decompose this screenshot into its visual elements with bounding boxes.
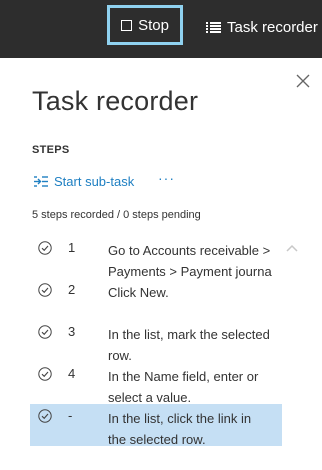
steps-scrollbar[interactable]	[284, 238, 300, 470]
step-description: In the Name field, enter or select a val…	[108, 366, 282, 408]
stop-button-label: Stop	[138, 16, 169, 34]
checkmark-circle-icon	[38, 409, 52, 423]
step-number: 2	[68, 282, 76, 297]
step-item[interactable]: 2 Click New.	[30, 278, 282, 320]
step-number: 1	[68, 240, 76, 255]
panel-title: Task recorder	[32, 86, 199, 116]
checkmark-circle-icon	[38, 241, 52, 255]
step-line: In the list, click the link in	[108, 411, 252, 426]
close-icon[interactable]	[296, 74, 310, 88]
scroll-up-arrow-icon[interactable]	[286, 244, 298, 252]
task-recorder-button-label: Task recorder	[227, 18, 318, 36]
task-recorder-button[interactable]: Task recorder	[206, 16, 318, 38]
more-options-button[interactable]: ···	[158, 170, 175, 186]
checkmark-circle-icon	[38, 325, 52, 339]
checkmark-circle-icon	[38, 283, 52, 297]
steps-status-text: 5 steps recorded / 0 steps pending	[32, 209, 201, 221]
step-line: In the list, mark the selected	[108, 327, 270, 342]
step-description: Go to Accounts receivable > Payments > P…	[108, 240, 282, 282]
step-line: Click New.	[108, 285, 169, 300]
step-item[interactable]: 4 In the Name field, enter or select a v…	[30, 362, 282, 405]
step-number: 3	[68, 324, 76, 339]
steps-list: 1 Go to Accounts receivable > Payments >…	[30, 236, 282, 470]
task-recorder-panel: Task recorder STEPS Start sub-task ··· 5…	[0, 58, 322, 470]
top-command-bar: Stop Task recorder	[0, 0, 322, 58]
step-item[interactable]: 3 In the list, mark the selected row.	[30, 320, 282, 363]
stop-button[interactable]: Stop	[107, 5, 183, 45]
steps-section-header: STEPS	[32, 144, 70, 156]
step-description: In the list, click the link in the selec…	[108, 408, 282, 450]
step-line: Go to Accounts receivable >	[108, 243, 271, 258]
step-item-selected[interactable]: - In the list, click the link in the sel…	[30, 404, 282, 447]
checkmark-circle-icon	[38, 367, 52, 381]
start-sub-task-button[interactable]: Start sub-task	[34, 174, 134, 189]
step-item[interactable]: 1 Go to Accounts receivable > Payments >…	[30, 236, 282, 279]
step-description: In the list, mark the selected row.	[108, 324, 282, 366]
step-number: -	[68, 408, 73, 423]
indent-icon	[34, 176, 48, 187]
step-number: 4	[68, 366, 76, 381]
step-line: the selected row.	[108, 432, 206, 447]
stop-square-icon	[121, 19, 133, 31]
step-line: In the Name field, enter or	[108, 369, 259, 384]
list-icon	[206, 21, 221, 33]
start-sub-task-label: Start sub-task	[54, 174, 135, 189]
step-description: Click New.	[108, 282, 282, 303]
